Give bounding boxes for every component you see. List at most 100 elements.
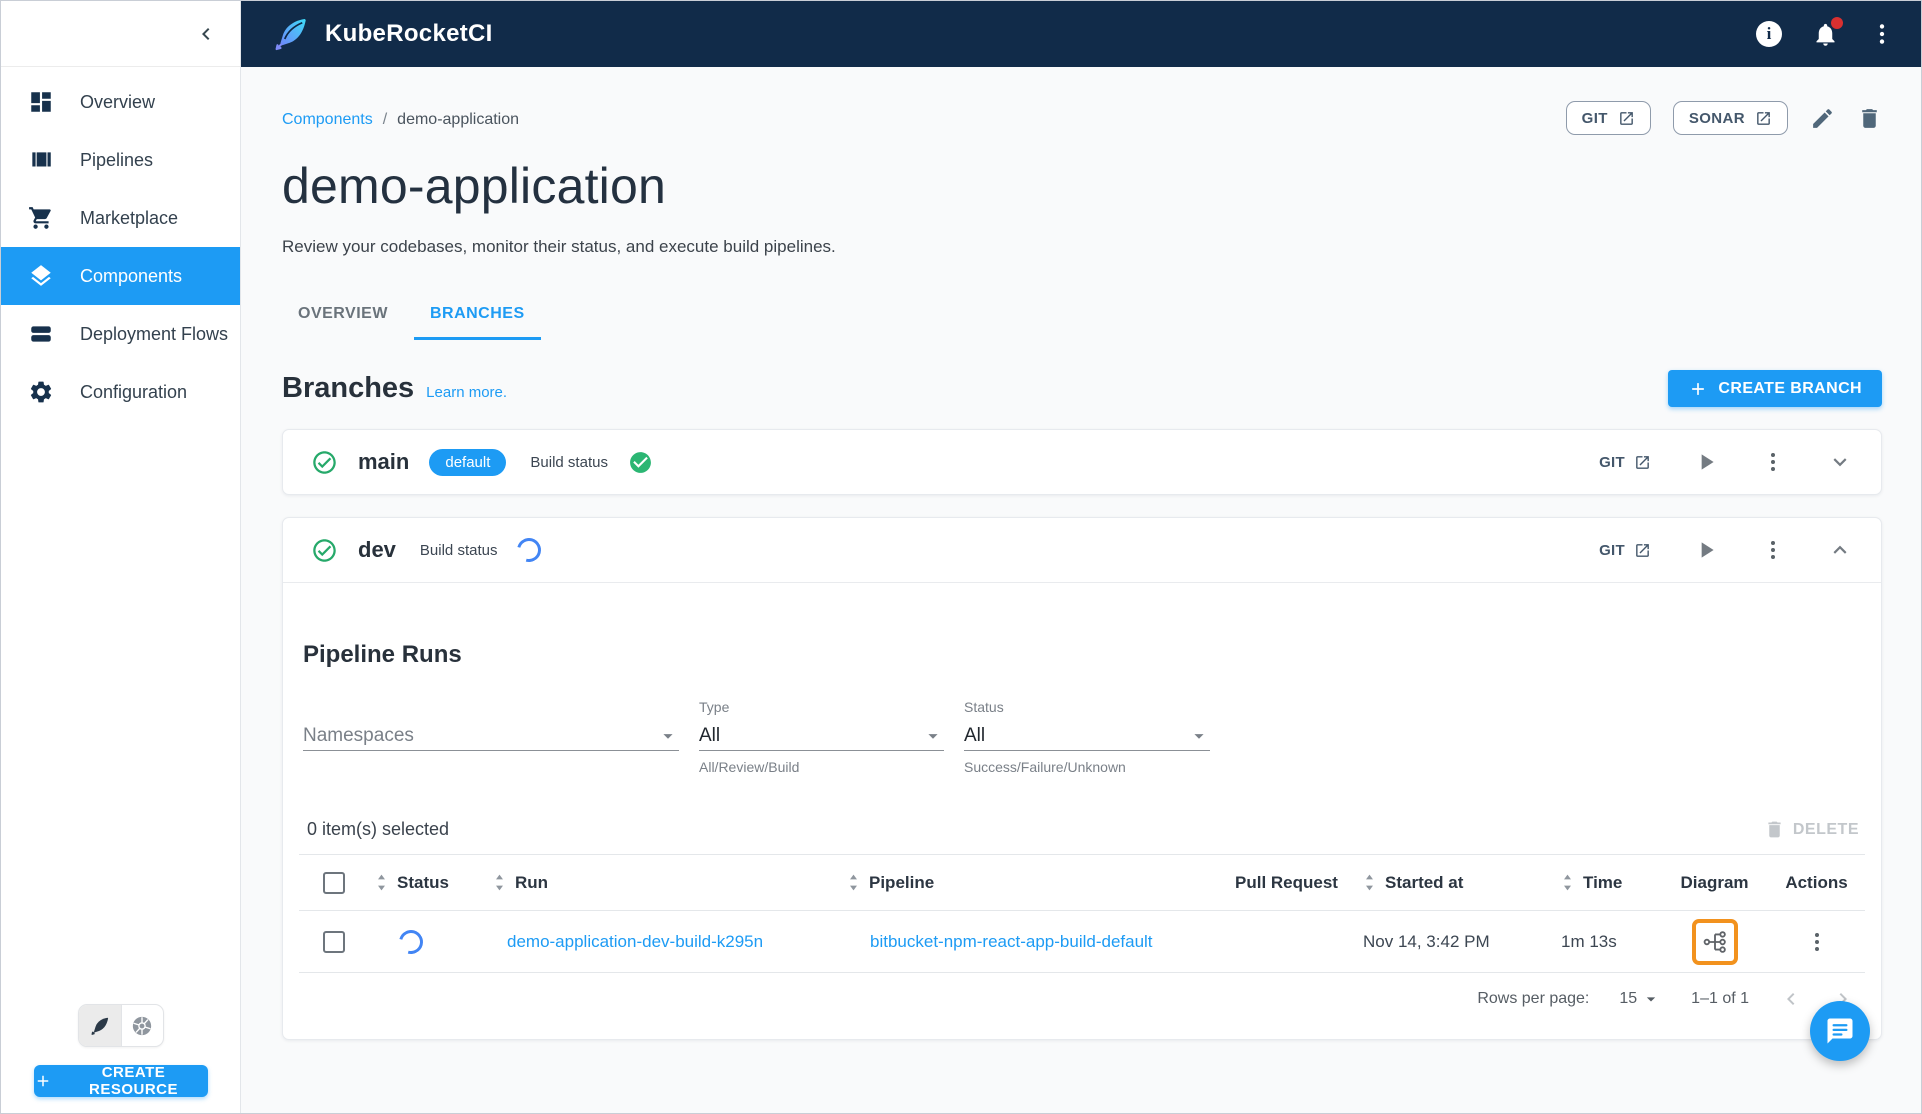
select-all-checkbox[interactable] (323, 871, 345, 894)
learn-more-link[interactable]: Learn more. (426, 384, 507, 401)
notification-badge (1831, 16, 1843, 29)
diagram-tree-icon (1702, 929, 1728, 955)
row-checkbox[interactable] (323, 930, 345, 953)
branch-menu-button[interactable] (1761, 450, 1785, 474)
column-header-actions: Actions (1785, 872, 1848, 892)
type-filter[interactable]: Type All All/Review/Build (699, 699, 944, 775)
column-header-status[interactable]: Status (397, 873, 449, 893)
pagination-range: 1–1 of 1 (1691, 990, 1749, 1007)
chevron-left-icon (1779, 987, 1803, 1011)
breadcrumb-separator: / (382, 111, 388, 128)
sidebar-item-components[interactable]: Components (1, 247, 240, 305)
collapse-branch-button[interactable] (1827, 537, 1853, 563)
status-filter-value: All (964, 724, 986, 746)
tab-branches[interactable]: BRANCHES (413, 293, 541, 340)
pipeline-runs-heading: Pipeline Runs (303, 641, 462, 668)
build-success-icon (628, 450, 653, 475)
namespaces-filter[interactable]: Namespaces (303, 699, 679, 775)
column-header-run[interactable]: Run (515, 873, 548, 893)
kubernetes-wheel-icon (131, 1015, 153, 1037)
branch-menu-button[interactable] (1761, 538, 1785, 562)
sort-icon[interactable] (1363, 873, 1376, 892)
rows-per-page-select[interactable]: 15 (1619, 989, 1661, 1009)
row-actions-button[interactable] (1805, 930, 1829, 954)
info-icon[interactable]: i (1756, 21, 1782, 47)
status-filter[interactable]: Status All Success/Failure/Unknown (964, 699, 1210, 775)
pipeline-link[interactable]: bitbucket-npm-react-app-build-default (870, 932, 1153, 952)
chat-fab-button[interactable] (1810, 1001, 1870, 1061)
pagination: Rows per page: 15 1–1 of 1 (299, 973, 1865, 1025)
tab-overview[interactable]: OVERVIEW (282, 293, 404, 340)
run-link[interactable]: demo-application-dev-build-k295n (507, 932, 763, 952)
diagram-button-highlighted[interactable] (1691, 918, 1738, 965)
expand-branch-button[interactable] (1827, 449, 1853, 475)
collapse-sidebar-button[interactable] (194, 22, 218, 46)
page-title: demo-application (282, 158, 666, 214)
build-status-label: Build status (419, 541, 498, 559)
create-branch-button[interactable]: CREATE BRANCH (1668, 370, 1882, 407)
branch-ok-icon (311, 537, 338, 564)
sort-icon[interactable] (493, 873, 506, 892)
namespaces-placeholder: Namespaces (303, 724, 414, 746)
shopping-cart-icon (28, 205, 54, 231)
sort-icon[interactable] (375, 873, 388, 892)
notifications-button[interactable] (1812, 16, 1843, 48)
sidebar-item-marketplace[interactable]: Marketplace (1, 189, 240, 247)
selection-count: 0 item(s) selected (307, 819, 450, 839)
sidebar-item-pipelines[interactable]: Pipelines (1, 131, 240, 189)
breadcrumb-components-link[interactable]: Components (282, 111, 373, 129)
chat-bubble-icon (1825, 1016, 1855, 1046)
app-title: KubeRocketCI (325, 20, 493, 47)
chevron-up-icon (1827, 537, 1853, 563)
type-filter-label: Type (699, 699, 730, 715)
breadcrumb: Components / demo-application (282, 101, 519, 129)
branch-git-link[interactable]: GIT (1599, 454, 1651, 471)
sort-icon[interactable] (1561, 873, 1574, 892)
more-vert-icon (1805, 930, 1829, 954)
rows-per-page-label: Rows per page: (1477, 990, 1590, 1007)
quill-rocket-icon (89, 1015, 111, 1037)
status-filter-helper: Success/Failure/Unknown (964, 759, 1126, 775)
external-link-icon (1634, 454, 1651, 471)
sidebar: Overview Pipelines Marketplace Component… (1, 1, 241, 1113)
chevron-down-icon (1827, 449, 1853, 475)
run-build-button[interactable] (1693, 537, 1719, 563)
rocket-view-toggle[interactable] (78, 1005, 121, 1046)
edit-component-button[interactable] (1810, 106, 1835, 131)
sidebar-item-deployment-flows[interactable]: Deployment Flows (1, 305, 240, 363)
more-vert-icon (1761, 450, 1785, 474)
column-header-time[interactable]: Time (1583, 873, 1622, 893)
sidebar-item-label: Deployment Flows (80, 323, 229, 344)
sonar-button[interactable]: SONAR (1672, 101, 1788, 135)
build-running-spinner-icon (513, 533, 546, 567)
kuberocketci-logo-icon (271, 14, 311, 54)
pipelines-icon (28, 147, 54, 173)
delete-selected-button[interactable]: DELETE (1764, 819, 1859, 840)
previous-page-button[interactable] (1779, 987, 1803, 1011)
column-header-pipeline[interactable]: Pipeline (869, 873, 934, 893)
overflow-menu-button[interactable] (1869, 21, 1895, 47)
sidebar-item-configuration[interactable]: Configuration (1, 363, 240, 421)
create-resource-button[interactable]: CREATE RESOURCE (33, 1064, 208, 1098)
kubernetes-view-toggle[interactable] (120, 1005, 163, 1046)
view-mode-toggle (77, 1004, 164, 1047)
sort-icon[interactable] (847, 873, 860, 892)
column-header-started-at[interactable]: Started at (1385, 873, 1463, 893)
run-build-button[interactable] (1693, 449, 1719, 475)
status-filter-label: Status (964, 699, 1004, 715)
default-badge: default (429, 448, 507, 476)
column-header-pull-request[interactable]: Pull Request (1235, 873, 1338, 893)
table-row: demo-application-dev-build-k295n bitbuck… (299, 911, 1865, 973)
dropdown-arrow-icon (1641, 989, 1661, 1009)
branch-git-link[interactable]: GIT (1599, 542, 1651, 559)
time-cell: 1m 13s (1561, 931, 1617, 951)
main-content: Components / demo-application GIT SONAR (241, 67, 1921, 1113)
delete-component-button[interactable] (1857, 106, 1882, 131)
breadcrumb-current: demo-application (397, 111, 520, 128)
git-button[interactable]: GIT (1565, 101, 1651, 135)
build-status-label: Build status (530, 453, 608, 471)
branch-name: main (358, 449, 410, 474)
sidebar-item-overview[interactable]: Overview (1, 73, 240, 131)
dropdown-arrow-icon (1188, 725, 1210, 747)
sidebar-item-label: Configuration (80, 381, 188, 402)
